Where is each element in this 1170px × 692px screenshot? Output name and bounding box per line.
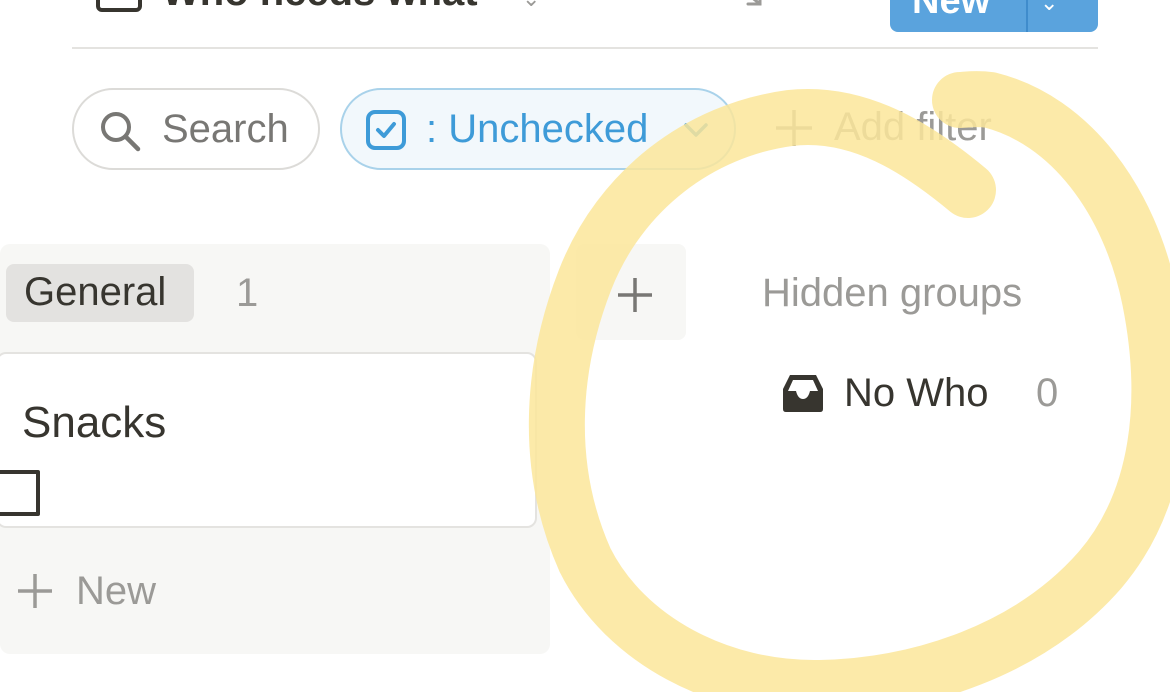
hidden-group-count: 0 [1036, 371, 1059, 415]
chevron-down-icon [684, 123, 708, 137]
chevron-down-icon[interactable]: ⌄ [522, 0, 540, 12]
new-button-label: New [912, 0, 991, 22]
database-icon [96, 0, 142, 12]
new-button[interactable]: New ⌄ [890, 0, 1098, 32]
checkbox-property-icon [366, 110, 406, 150]
group-name: General [24, 270, 167, 314]
inbox-icon [783, 375, 823, 412]
add-filter-button[interactable]: Add filter [834, 105, 992, 150]
card-title: Snacks [22, 398, 167, 447]
checkbox-filter-pill[interactable]: : Unchecked [340, 88, 736, 170]
plus-icon[interactable] [16, 572, 54, 610]
hidden-groups-title: Hidden groups [762, 271, 1023, 315]
card-checkbox[interactable] [0, 470, 40, 516]
group-count: 1 [236, 271, 259, 315]
plus-icon[interactable] [774, 108, 814, 148]
group-tag[interactable]: General [6, 264, 194, 322]
search-label: Search [162, 107, 289, 151]
new-card-button[interactable]: New [76, 569, 156, 614]
new-dropdown-chevron-icon[interactable]: ⌄ [1040, 0, 1058, 16]
database-title[interactable]: Who needs what [162, 0, 478, 15]
expand-arrow-icon[interactable] [736, 0, 766, 10]
search-button[interactable]: Search [72, 88, 320, 170]
hidden-group-label[interactable]: No Who [844, 371, 989, 416]
new-button-separator [1026, 0, 1028, 32]
header-divider [72, 47, 1098, 49]
filter-label: : Unchecked [426, 107, 649, 151]
board-card[interactable]: Snacks [0, 352, 537, 528]
plus-icon[interactable] [616, 276, 654, 314]
search-icon [101, 112, 141, 152]
